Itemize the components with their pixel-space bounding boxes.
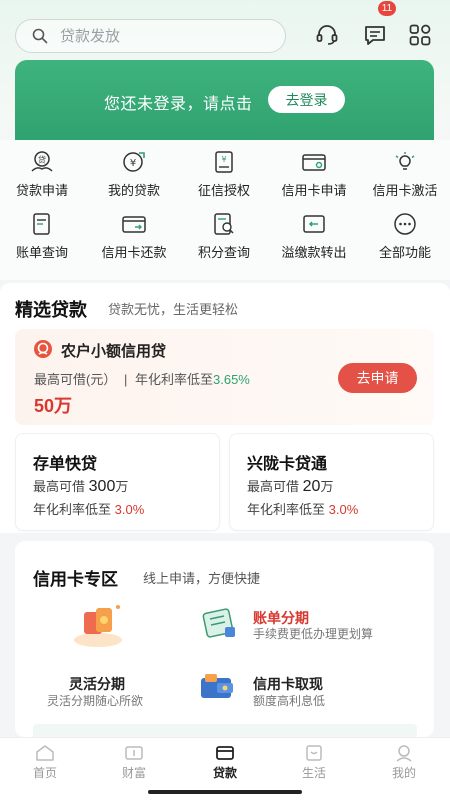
life-icon — [306, 745, 322, 761]
function-item-overpay-transfer[interactable]: 溢缴款转出 — [269, 212, 359, 272]
flexible-installment-subtitle: 灵活分期随心所欲 — [47, 694, 144, 708]
overpay-transfer-icon — [303, 215, 325, 233]
tab-loan[interactable]: 贷款 — [180, 744, 270, 781]
search-icon — [32, 28, 48, 44]
featured-loan-amount: 50万 — [34, 396, 73, 416]
tab-home[interactable]: 首页 — [0, 744, 90, 781]
recommend-strip — [33, 724, 417, 737]
function-item-card-activate[interactable]: 信用卡激活 — [360, 150, 450, 210]
home-icon — [36, 745, 54, 761]
card-zone-title: 信用卡专区 — [33, 570, 118, 589]
loans-section-subtitle: 贷款无忧，生活更轻松 — [108, 302, 239, 317]
loan-product-icon — [34, 340, 52, 358]
loan-apply-icon: 贷 — [31, 151, 53, 172]
function-item-card-repay[interactable]: 信用卡还款 — [89, 212, 179, 272]
bill-query-icon — [33, 213, 50, 235]
loan-card-icon — [216, 746, 234, 760]
points-query-icon — [214, 213, 234, 235]
tab-life[interactable]: 生活 — [269, 744, 359, 781]
app-grid-icon[interactable] — [407, 22, 433, 48]
function-item-my-loan[interactable]: ¥ 我的贷款 — [89, 150, 179, 210]
message-count-badge: 11 — [378, 1, 396, 16]
search-bar[interactable] — [15, 19, 286, 53]
tab-profile[interactable]: 我的 — [359, 744, 449, 781]
tab-wealth[interactable]: 财富 — [89, 744, 179, 781]
cash-withdrawal-icon[interactable] — [197, 672, 239, 702]
card-zone-subtitle: 线上申请，方便快捷 — [143, 571, 261, 586]
loan-card-deposit-quick[interactable]: 存单快贷 最高可借 300万 年化利率低至 3.0% — [15, 433, 220, 531]
featured-loan-name: 农户小额信用贷 — [61, 343, 167, 360]
credit-auth-icon: ¥ — [215, 151, 233, 173]
apply-button[interactable]: 去申请 — [338, 363, 417, 393]
customer-service-icon[interactable] — [314, 22, 340, 48]
search-row — [0, 16, 450, 56]
function-item-bill-query[interactable]: 账单查询 — [0, 212, 87, 272]
my-loan-icon: ¥ — [123, 152, 145, 172]
svg-text:¥: ¥ — [221, 155, 226, 164]
function-item-credit-auth[interactable]: ¥ 征信授权 — [179, 150, 269, 210]
home-indicator — [148, 790, 302, 794]
search-input[interactable] — [60, 27, 260, 45]
featured-loan-info: 最高可借(元） | 年化利率低至3.65% — [34, 372, 250, 387]
flexible-installment-title[interactable]: 灵活分期 — [69, 674, 125, 694]
wealth-icon — [125, 746, 143, 760]
cash-withdrawal-title[interactable]: 信用卡取现 — [253, 674, 323, 694]
card-apply-icon — [302, 154, 326, 171]
card-repay-icon — [122, 216, 146, 233]
svg-text:¥: ¥ — [130, 158, 136, 169]
loan-card-xinglong[interactable]: 兴陇卡贷通 最高可借 20万 年化利率低至 3.0% — [229, 433, 434, 531]
login-button[interactable]: 去登录 — [268, 86, 345, 113]
red-envelope-icon[interactable] — [70, 600, 126, 650]
bill-installment-subtitle: 手续费更低办理更划算 — [253, 627, 374, 641]
cash-withdrawal-subtitle: 额度高利息低 — [253, 694, 326, 708]
function-item-all-functions[interactable]: 全部功能 — [360, 212, 450, 272]
all-functions-icon — [394, 213, 416, 235]
profile-icon — [396, 745, 412, 762]
message-icon[interactable] — [362, 22, 388, 48]
login-prompt-text: 您还未登录，请点击 — [104, 96, 253, 113]
card-activate-icon — [395, 152, 415, 170]
bill-installment-icon[interactable] — [199, 607, 239, 641]
loans-section-title: 精选贷款 — [15, 300, 87, 320]
function-item-points-query[interactable]: 积分查询 — [179, 212, 269, 272]
svg-text:贷: 贷 — [38, 155, 46, 165]
function-item-card-apply[interactable]: 信用卡申请 — [269, 150, 359, 210]
function-item-loan-apply[interactable]: 贷 贷款申请 — [0, 150, 87, 210]
